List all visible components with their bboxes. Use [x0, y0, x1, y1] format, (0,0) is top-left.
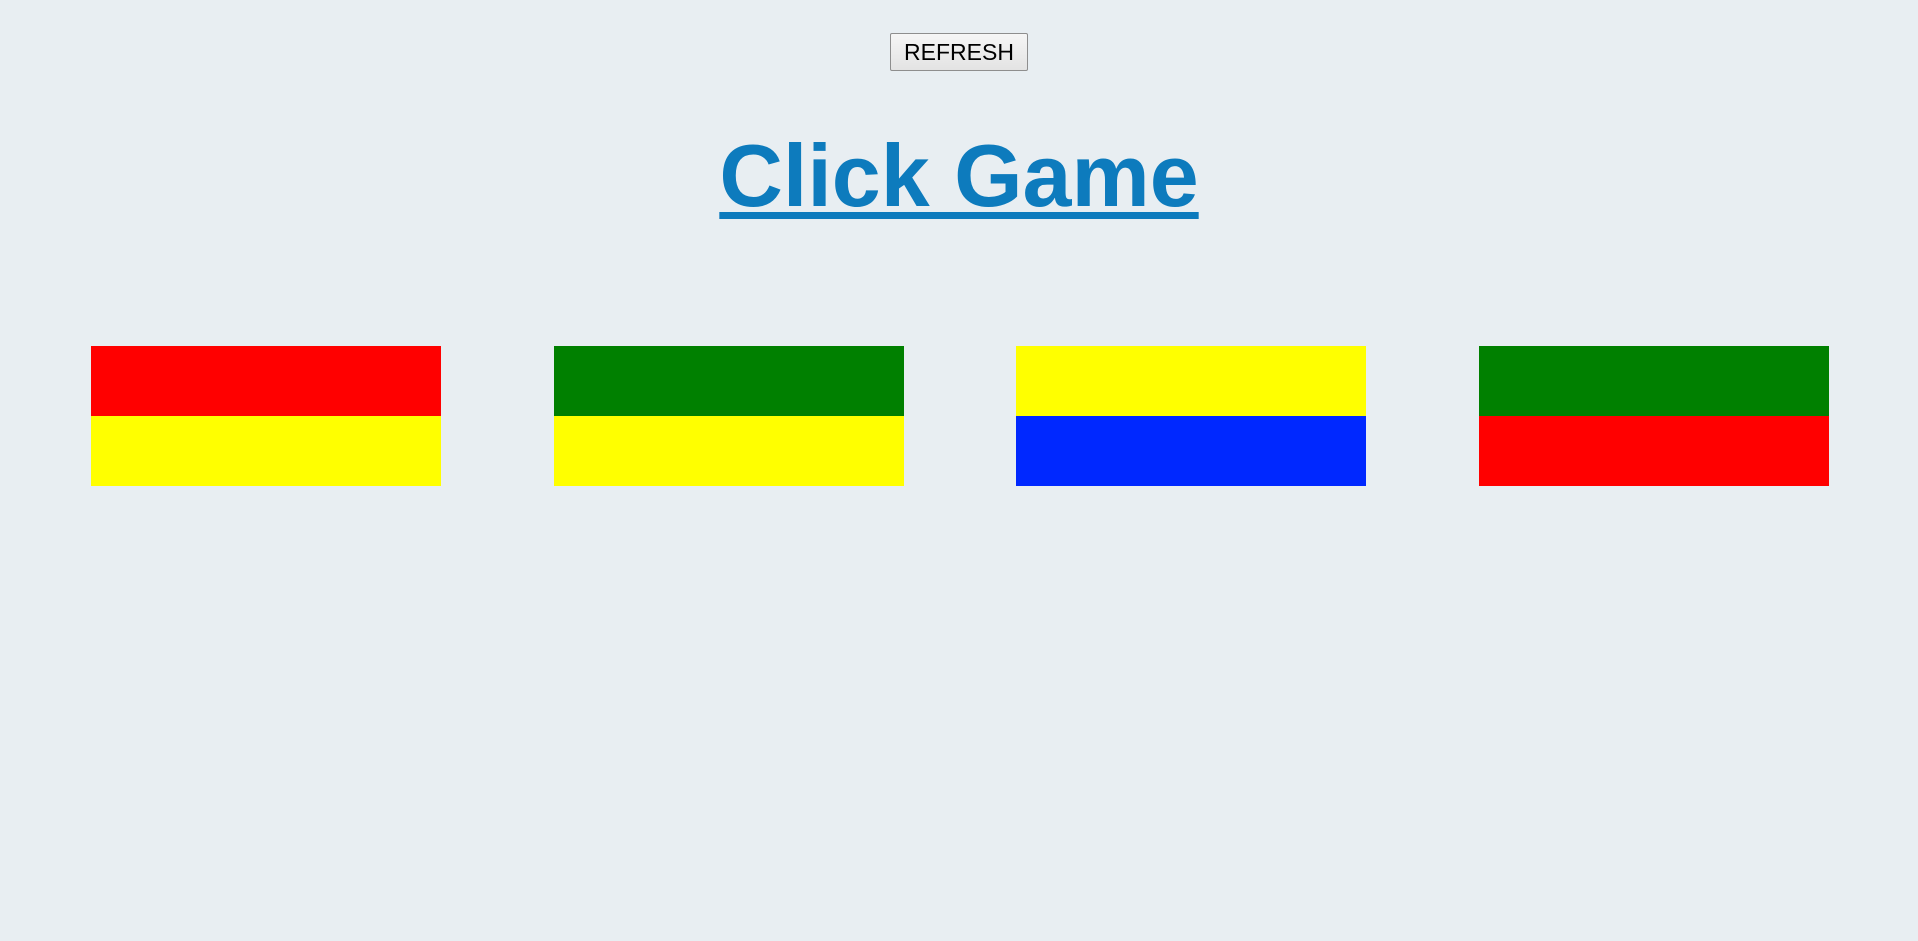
color-tile-1[interactable] [91, 346, 441, 486]
refresh-container: REFRESH [0, 33, 1918, 71]
tile-4-top-band [1479, 346, 1829, 416]
color-tile-4[interactable] [1479, 346, 1829, 486]
color-tile-3[interactable] [1016, 346, 1366, 486]
tile-3-bottom-band [1016, 416, 1366, 486]
tile-row [0, 346, 1918, 486]
refresh-button[interactable]: REFRESH [890, 33, 1028, 71]
tile-1-top-band [91, 346, 441, 416]
tile-2-bottom-band [554, 416, 904, 486]
color-tile-2[interactable] [554, 346, 904, 486]
tile-2-top-band [554, 346, 904, 416]
tile-3-top-band [1016, 346, 1366, 416]
tile-4-bottom-band [1479, 416, 1829, 486]
page-title: Click Game [719, 126, 1199, 225]
tile-1-bottom-band [91, 416, 441, 486]
